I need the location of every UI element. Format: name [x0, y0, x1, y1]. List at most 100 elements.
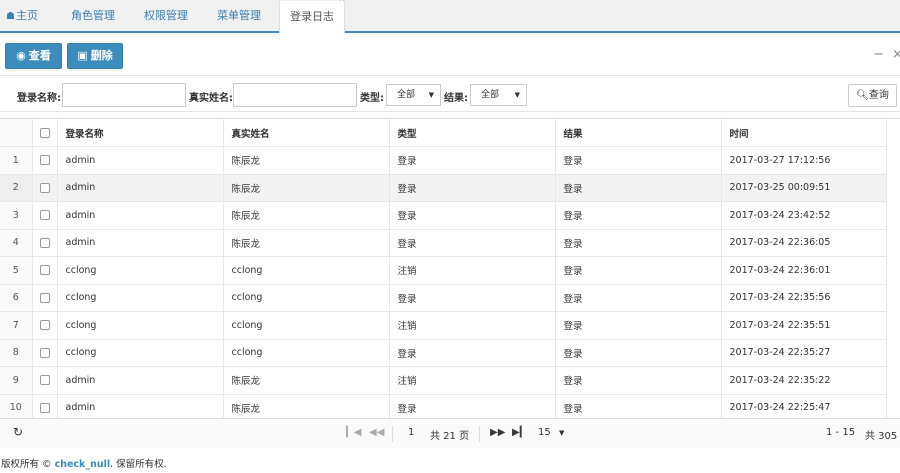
checkbox[interactable] [39, 347, 50, 358]
refresh-icon[interactable]: ↻ [13, 425, 23, 439]
cell-result: 登录 [555, 256, 722, 285]
tab-role-management[interactable]: 角色管理 ✖ [71, 0, 126, 31]
tab-menu-management[interactable]: 菜单管理 ✖ [217, 0, 272, 31]
cell-real-name: 陈辰龙 [223, 201, 390, 230]
table-row[interactable]: 4 admin 陈辰龙 登录 登录 2017-03-24 22:36:05 [0, 229, 887, 257]
column-header[interactable]: 结果 [555, 119, 722, 147]
caret-down-icon[interactable]: ▼ [559, 429, 564, 437]
page-number-input[interactable]: 1 [408, 427, 414, 438]
cell-type: 注销 [389, 256, 556, 285]
row-checkbox[interactable] [32, 229, 58, 257]
cell-real-name: 陈辰龙 [223, 146, 390, 175]
page-size-select[interactable]: 15 [538, 427, 551, 438]
login-name-input[interactable] [62, 83, 186, 107]
cell-result: 登录 [555, 229, 722, 257]
view-button[interactable]: ◉ 查看 [5, 43, 62, 69]
record-total: 共 305 条 [865, 431, 900, 442]
close-icon[interactable]: ✖ [264, 0, 272, 2]
cell-login-name: cclong [57, 339, 224, 367]
cell-login-name: admin [57, 229, 224, 257]
next-page-icon[interactable]: ▶▶ [490, 427, 505, 438]
author-link[interactable]: check_null [55, 459, 111, 470]
previous-page-icon[interactable]: ◀◀ [369, 427, 384, 438]
tab-home[interactable]: ☗主页 [6, 0, 38, 31]
cell-login-name: cclong [57, 284, 224, 312]
table-row[interactable]: 8 cclong cclong 登录 登录 2017-03-24 22:35:27 [0, 339, 887, 367]
cell-result: 登录 [555, 339, 722, 367]
table-row[interactable]: 2 admin 陈辰龙 登录 登录 2017-03-25 00:09:51 [0, 174, 887, 202]
column-header[interactable]: 登录名称 [57, 119, 224, 147]
row-number: 1 [0, 146, 33, 175]
row-checkbox[interactable] [32, 394, 58, 418]
checkbox[interactable] [39, 292, 50, 303]
tab-bar: ☗主页 角色管理 ✖ 权限管理 ✖ 菜单管理 ✖ 登录日志 ✖ [0, 0, 900, 33]
table-row[interactable]: 9 admin 陈辰龙 注销 登录 2017-03-24 22:35:22 [0, 366, 887, 395]
checkbox[interactable] [39, 320, 50, 331]
checkbox[interactable] [39, 402, 50, 413]
table-row[interactable]: 7 cclong cclong 注销 登录 2017-03-24 22:35:51 [0, 311, 887, 340]
cell-type: 登录 [389, 146, 556, 175]
toolbar: ◉ 查看 ▣ 删除 − × [0, 36, 900, 76]
real-name-label: 真实姓名: [189, 93, 233, 104]
cell-real-name: 陈辰龙 [223, 366, 390, 395]
row-number: 6 [0, 284, 33, 312]
tab-label: 权限管理 [144, 9, 188, 22]
column-header[interactable]: 类型 [389, 119, 556, 147]
close-icon[interactable]: ✖ [191, 0, 199, 2]
first-page-icon[interactable]: ▎◀ [346, 427, 361, 438]
checkbox[interactable] [39, 155, 50, 166]
table-row[interactable]: 6 cclong cclong 登录 登录 2017-03-24 22:35:56 [0, 284, 887, 312]
row-checkbox[interactable] [32, 174, 58, 202]
cell-type: 登录 [389, 174, 556, 202]
tab-login-log[interactable]: 登录日志 ✖ [279, 0, 346, 33]
result-select[interactable]: 全部 ▼ [470, 84, 527, 106]
row-checkbox[interactable] [32, 311, 58, 340]
cell-login-name: admin [57, 394, 224, 418]
cell-result: 登录 [555, 311, 722, 340]
row-checkbox[interactable] [32, 284, 58, 312]
row-checkbox[interactable] [32, 256, 58, 285]
column-header[interactable]: 时间 [721, 119, 887, 147]
close-panel-icon[interactable]: × [892, 47, 900, 62]
delete-button[interactable]: ▣ 删除 [67, 43, 123, 69]
tab-permission-management[interactable]: 权限管理 ✖ [144, 0, 199, 31]
real-name-input[interactable] [233, 83, 357, 107]
last-page-icon[interactable]: ▶▎ [512, 427, 527, 438]
query-button[interactable]: 🔍︎查询 [848, 84, 897, 107]
cell-real-name: cclong [223, 339, 390, 367]
cell-result: 登录 [555, 284, 722, 312]
row-number: 4 [0, 229, 33, 257]
row-checkbox[interactable] [32, 201, 58, 230]
table-row[interactable]: 10 admin 陈辰龙 登录 登录 2017-03-24 22:25:47 [0, 394, 887, 418]
close-icon[interactable]: ✖ [118, 0, 126, 2]
tab-label: 主页 [15, 9, 38, 22]
row-checkbox[interactable] [32, 146, 58, 175]
cell-type: 登录 [389, 339, 556, 367]
close-icon[interactable]: ✖ [338, 0, 346, 4]
row-checkbox[interactable] [32, 339, 58, 367]
checkbox[interactable] [39, 210, 50, 221]
cell-time: 2017-03-24 22:25:47 [721, 394, 887, 418]
minimize-icon[interactable]: − [873, 47, 884, 62]
row-number: 8 [0, 339, 33, 367]
result-label: 结果: [444, 93, 468, 104]
table-row[interactable]: 3 admin 陈辰龙 登录 登录 2017-03-24 23:42:52 [0, 201, 887, 230]
cell-result: 登录 [555, 394, 722, 418]
checkbox[interactable] [39, 265, 50, 276]
checkbox[interactable] [39, 182, 50, 193]
column-header[interactable]: 真实姓名 [223, 119, 390, 147]
cell-type: 注销 [389, 311, 556, 340]
table-row[interactable]: 1 admin 陈辰龙 登录 登录 2017-03-27 17:12:56 [0, 146, 887, 175]
caret-down-icon: ▼ [428, 91, 434, 99]
select-all-checkbox[interactable] [32, 119, 58, 147]
cell-login-name: admin [57, 366, 224, 395]
checkbox[interactable] [39, 375, 50, 386]
cell-type: 注销 [389, 366, 556, 395]
row-checkbox[interactable] [32, 366, 58, 395]
separator [479, 426, 480, 442]
type-select[interactable]: 全部 ▼ [386, 84, 441, 106]
cell-time: 2017-03-24 22:35:22 [721, 366, 887, 395]
cell-result: 登录 [555, 146, 722, 175]
checkbox[interactable] [39, 237, 50, 248]
table-row[interactable]: 5 cclong cclong 注销 登录 2017-03-24 22:36:01 [0, 256, 887, 285]
